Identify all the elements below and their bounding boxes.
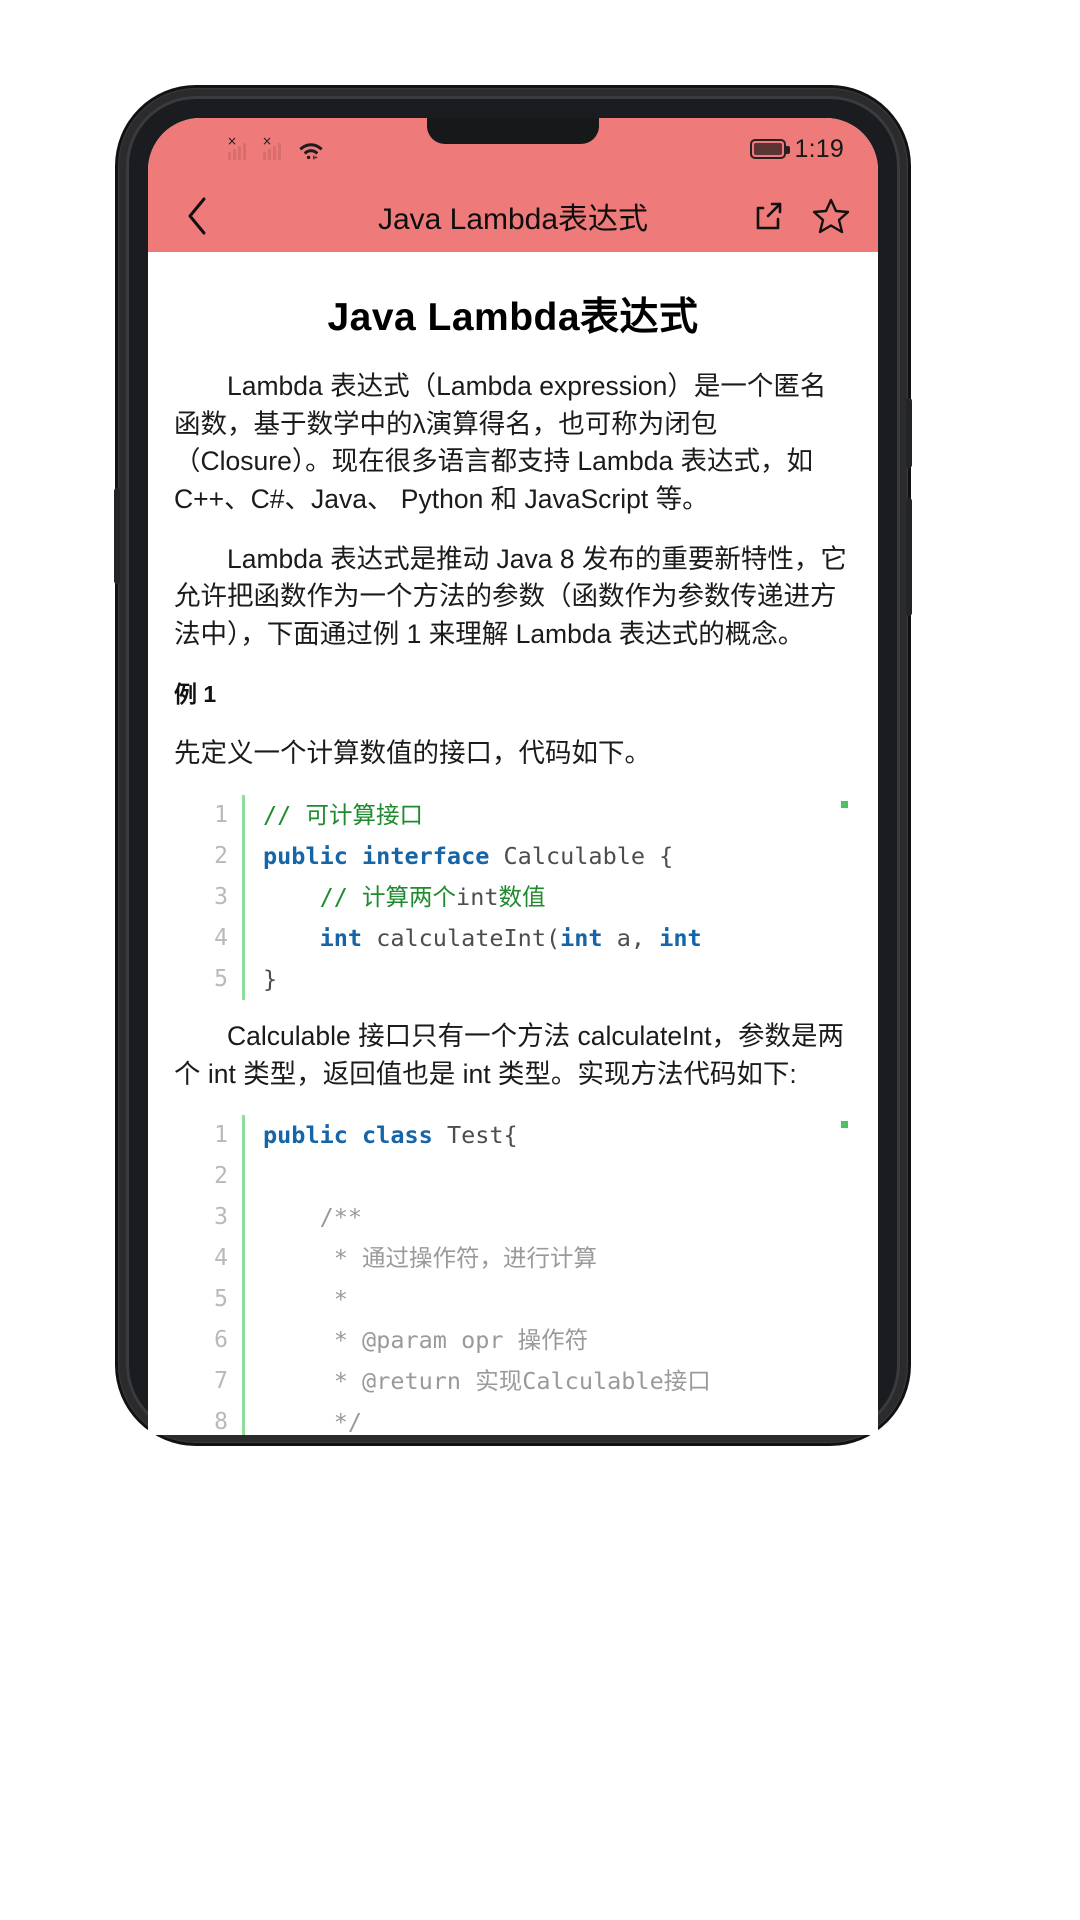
article-scroll-area[interactable]: Java Lambda表达式 Lambda 表达式（Lambda express… — [148, 252, 878, 1435]
screenshot-root: × × 1:19 Java Lambda表达式 Java Lambda表达式 L… — [0, 0, 1080, 1920]
signal-bars-no-sim-icon-1: × — [227, 135, 254, 160]
phone-notch — [427, 118, 599, 144]
signal-bars-no-sim-icon-2: × — [262, 135, 289, 160]
article-title: Java Lambda表达式 — [327, 296, 699, 339]
nav-bar: Java Lambda表达式 — [148, 180, 878, 252]
code-block-2[interactable]: 12345678910 public class Test{ /** * 通过操… — [196, 1115, 852, 1435]
phone-screen: × × 1:19 Java Lambda表达式 Java Lambda表达式 L… — [148, 118, 878, 1435]
nav-actions — [748, 195, 852, 237]
phone-bezel: × × 1:19 Java Lambda表达式 Java Lambda表达式 L… — [126, 96, 900, 1435]
chevron-left-icon — [188, 197, 206, 235]
code-content-1: // 可计算接口 public interface Calculable { /… — [242, 795, 852, 1000]
article-paragraph-1: Lambda 表达式（Lambda expression）是一个匿名函数，基于数… — [174, 371, 827, 514]
phone-button-left[interactable] — [114, 488, 120, 584]
phone-frame: × × 1:19 Java Lambda表达式 Java Lambda表达式 L… — [114, 88, 912, 1443]
star-outline-icon — [812, 198, 850, 234]
code-copy-indicator-icon[interactable] — [841, 801, 848, 808]
article-paragraph-3: 先定义一个计算数值的接口，代码如下。 — [174, 738, 651, 769]
code-line-numbers-1: 12345 — [214, 802, 228, 992]
battery-icon — [749, 139, 790, 159]
status-bar-right: 1:19 — [749, 134, 844, 164]
wifi-icon — [298, 139, 324, 160]
code-copy-indicator-icon-2[interactable] — [841, 1121, 848, 1129]
share-button[interactable] — [748, 195, 790, 237]
favorite-button[interactable] — [810, 195, 852, 237]
phone-button-right-upper[interactable] — [906, 398, 912, 468]
phone-button-right-lower[interactable] — [906, 498, 912, 616]
article-paragraph-2: Lambda 表达式是推动 Java 8 发布的重要新特性，它允许把函数作为一个… — [174, 543, 847, 649]
code-content-2: public class Test{ /** * 通过操作符，进行计算 * * … — [242, 1115, 852, 1435]
example-heading: 例 1 — [174, 681, 217, 708]
back-button[interactable] — [174, 193, 220, 239]
article-paragraph-4: Calculable 接口只有一个方法 calculateInt，参数是两个 i… — [174, 1021, 845, 1089]
code-line-numbers-2: 12345678910 — [214, 1122, 228, 1435]
share-icon — [756, 202, 782, 230]
status-bar-left: × × — [182, 135, 324, 160]
code-block-1[interactable]: 12345 // 可计算接口 public interface Calculab… — [196, 795, 852, 1000]
status-bar-clock: 1:19 — [794, 134, 844, 163]
